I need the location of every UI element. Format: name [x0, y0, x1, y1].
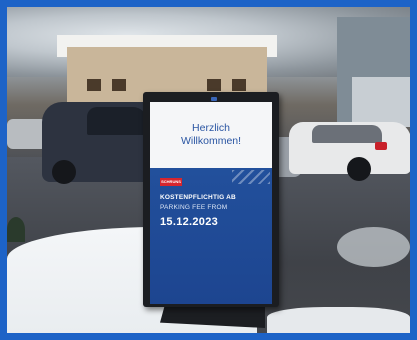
- car-wheel: [347, 157, 371, 181]
- notice-english: PARKING FEE FROM: [160, 204, 228, 211]
- photo-frame: Herzlich Willkommen! SCHRUNS KOSTENPFLIC…: [0, 0, 417, 340]
- car-taillight: [375, 142, 387, 150]
- parked-car-left: [7, 119, 47, 149]
- snow-ground: [267, 307, 410, 333]
- chalet-window: [87, 79, 101, 91]
- decorative-stripes: [232, 170, 270, 184]
- notice-date: 15.12.2023: [160, 216, 219, 228]
- notice-german: KOSTENPFLICHTIG AB: [160, 194, 236, 201]
- snow-patch: [337, 227, 410, 267]
- kiosk-screen: Herzlich Willkommen! SCHRUNS KOSTENPFLIC…: [150, 102, 272, 304]
- chalet-window: [207, 79, 221, 91]
- chalet-window: [112, 79, 126, 91]
- car-window: [87, 107, 147, 135]
- welcome-line-1: Herzlich: [192, 122, 230, 134]
- photo-scene: Herzlich Willkommen! SCHRUNS KOSTENPFLIC…: [7, 7, 410, 333]
- brand-logo: SCHRUNS: [160, 178, 182, 186]
- shrub: [7, 217, 25, 242]
- right-building-front: [352, 77, 410, 127]
- welcome-text: Herzlich Willkommen!: [150, 122, 272, 148]
- camera-icon: [211, 97, 217, 101]
- notice-panel: [150, 168, 272, 304]
- car-window: [312, 125, 382, 143]
- welcome-line-2: Willkommen!: [180, 135, 242, 147]
- car-wheel: [52, 160, 76, 184]
- chalet-window: [232, 79, 246, 91]
- welcome-panel: Herzlich Willkommen!: [150, 102, 272, 168]
